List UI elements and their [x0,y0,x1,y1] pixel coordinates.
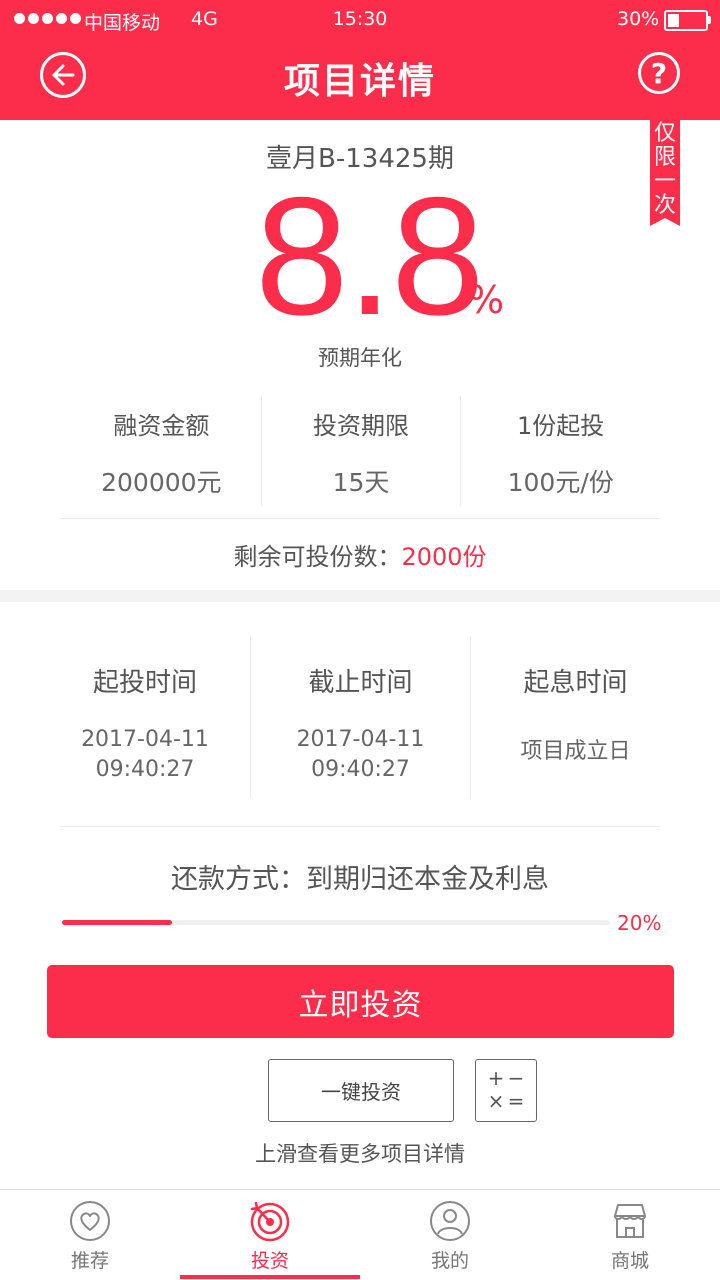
stat-investment-term: 投资期限 15天 [262,396,462,506]
interest-start-time: 起息时间 项目成立日 [471,636,680,798]
tab-label: 投资 [250,1250,289,1272]
annual-rate-label: 预期年化 [318,346,402,370]
heart-icon [70,1201,110,1241]
time-date: 2017-04-11 [81,727,209,752]
remaining-shares-label: 剩余可投份数： [233,543,402,571]
battery-cap [708,16,711,24]
tab-label: 我的 [430,1250,469,1272]
time-date: 项目成立日 [520,739,631,764]
annual-rate-value: 8.8 [255,162,485,350]
stat-minimum-unit: 1份起投 100元/份 [461,396,660,506]
divider [60,826,660,827]
section-gap [0,590,720,602]
end-time: 截止时间 2017-04-11 09:40:27 [251,636,471,798]
battery-percent: 30% [617,8,660,30]
calc-symbol: − [507,1066,525,1090]
remaining-shares-value: 2000份 [401,543,487,571]
status-time: 15:30 [332,8,388,30]
status-bar: 中国移动 4G 15:30 30% [0,0,720,40]
stat-financing-amount: 融资金额 200000元 [62,396,262,506]
stat-value: 15天 [332,468,390,497]
time-label: 截止时间 [308,668,413,698]
calc-symbol: + [487,1066,505,1090]
one-click-invest-button[interactable]: 一键投资 [268,1059,454,1122]
funding-progress-bar [62,920,610,925]
funding-progress-text: 20% [617,911,662,935]
bottom-tab-bar: 推荐 投资 我的 商城 [0,1189,720,1280]
stat-label: 融资金额 [113,412,210,440]
calc-symbol: = [507,1088,525,1113]
funding-progress-fill [62,920,172,925]
battery-icon [664,10,708,31]
annual-rate-unit: % [468,278,505,322]
stat-value: 100元/份 [507,468,614,497]
stat-label: 1份起投 [517,412,605,440]
divider [60,518,660,519]
calculator-icon[interactable]: + − × = [475,1059,537,1122]
start-time: 起投时间 2017-04-11 09:40:27 [40,636,251,798]
header-bar: 中国移动 4G 15:30 30% 项目详情 ? [0,0,720,120]
time-clock: 09:40:27 [311,757,410,782]
repayment-method: 还款方式：到期归还本金及利息 [171,864,549,895]
page-title: 项目详情 [283,61,436,102]
target-icon [250,1201,290,1242]
tab-recommend[interactable]: 推荐 [0,1190,180,1280]
time-label: 起息时间 [523,668,628,698]
help-button[interactable]: ? [638,52,680,94]
question-icon: ? [650,56,668,90]
invest-now-button[interactable]: 立即投资 [47,965,674,1038]
calc-symbol: × [487,1088,505,1113]
remaining-shares: 剩余可投份数：2000份 [0,537,720,572]
stat-value: 200000元 [101,468,222,497]
stat-label: 投资期限 [313,412,409,440]
tab-label: 商城 [610,1250,649,1272]
time-clock: 09:40:27 [95,757,195,782]
investment-times: 起投时间 2017-04-11 09:40:27 截止时间 2017-04-11… [40,636,680,798]
store-icon [614,1204,646,1238]
tab-mine[interactable]: 我的 [360,1190,540,1280]
product-stats: 融资金额 200000元 投资期限 15天 1份起投 100元/份 [62,396,660,506]
tab-label: 推荐 [70,1250,109,1272]
user-icon [430,1201,470,1241]
swipe-up-hint: 上滑查看更多项目详情 [255,1142,465,1166]
time-label: 起投时间 [92,668,197,698]
tab-invest[interactable]: 投资 [180,1190,360,1280]
time-date: 2017-04-11 [296,727,425,752]
tab-store[interactable]: 商城 [540,1190,720,1280]
